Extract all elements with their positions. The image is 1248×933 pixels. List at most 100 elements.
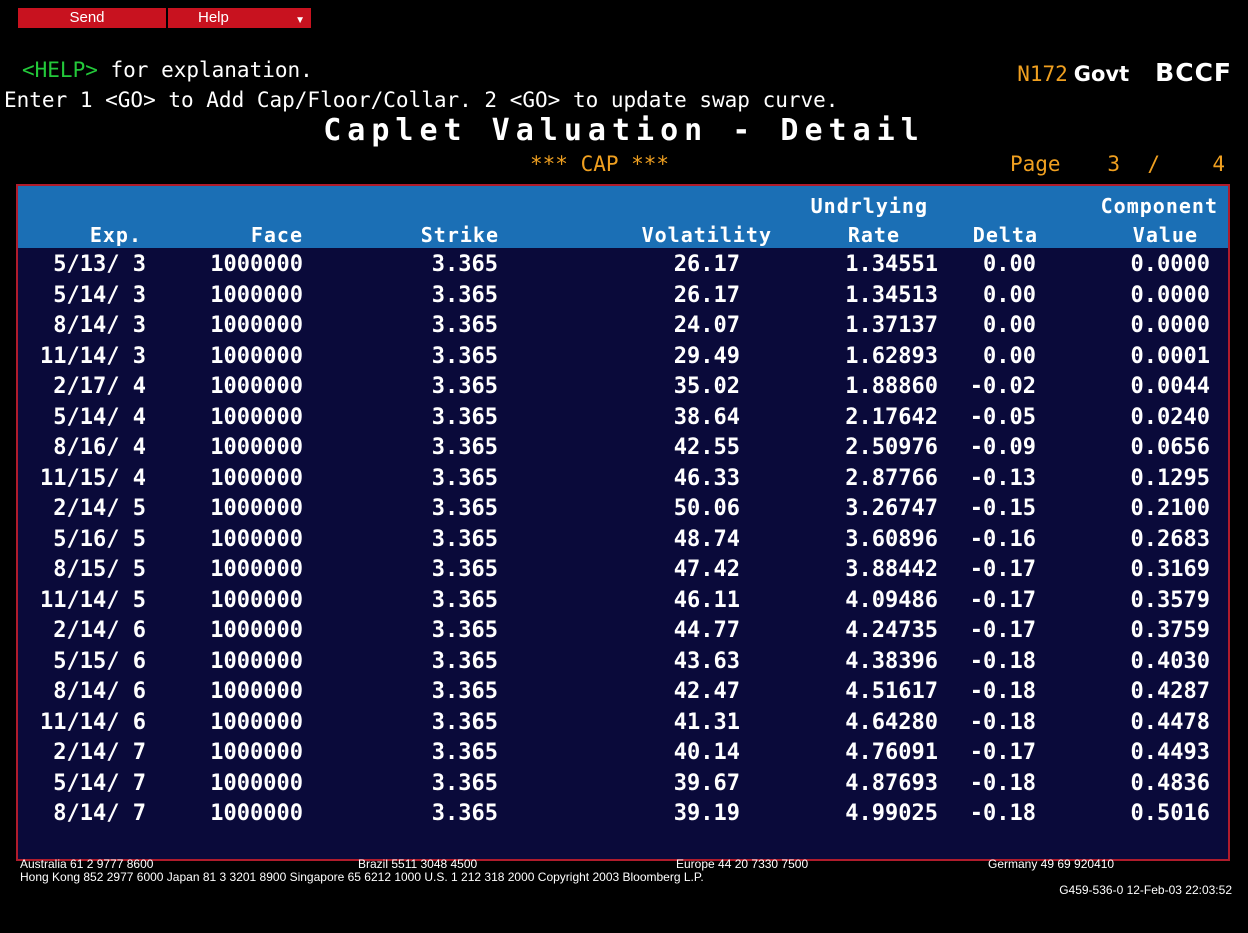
cell-face: 1000000 <box>210 496 303 521</box>
table-row: 11/15/ 4 1000000 3.365 46.33 2.87766 -0.13 0.1… <box>18 464 1228 495</box>
cell-volatility: 42.55 <box>673 435 740 460</box>
cell-exp: 2/17/ 4 <box>53 374 146 399</box>
cell-face: 1000000 <box>210 709 303 735</box>
cell-strike: 3.365 <box>431 465 498 491</box>
cell-strike: 3.365 <box>431 709 498 735</box>
cell-exp: 11/14/ 3 <box>40 343 146 369</box>
help-label: Help <box>198 9 229 26</box>
cell-face: 1000000 <box>210 801 303 826</box>
cell-delta: -0.15 <box>969 496 1036 521</box>
cell-delta: -0.17 <box>969 618 1036 643</box>
cell-delta: 0.00 <box>983 343 1036 369</box>
help-menu-button[interactable]: Help ▼ <box>168 8 313 28</box>
cell-exp: 11/15/ 4 <box>40 465 146 491</box>
cell-delta: -0.13 <box>969 465 1036 491</box>
table-row: 2/14/ 5 1000000 3.365 50.06 3.26747 -0.15 0.21… <box>18 494 1228 525</box>
table-row: 5/14/ 3 1000000 3.365 26.17 1.34513 0.00 0.000… <box>18 281 1228 312</box>
cell-strike: 3.365 <box>431 557 498 582</box>
cell-volatility: 41.31 <box>673 709 740 735</box>
table-row: 2/14/ 6 1000000 3.365 44.77 4.24735 -0.17 0.37… <box>18 616 1228 647</box>
cell-face: 1000000 <box>210 313 303 338</box>
cell-component-value: 0.0000 <box>1130 252 1210 277</box>
cell-component-value: 0.4836 <box>1130 770 1210 796</box>
cell-component-value: 0.0044 <box>1130 374 1210 399</box>
cell-delta: -0.09 <box>969 435 1036 460</box>
cell-volatility: 39.19 <box>673 801 740 826</box>
table-row: 5/16/ 5 1000000 3.365 48.74 3.60896 -0.16 0.26… <box>18 525 1228 556</box>
cell-volatility: 26.17 <box>673 252 740 277</box>
cell-exp: 5/15/ 6 <box>53 648 146 674</box>
table-row: 8/15/ 5 1000000 3.365 47.42 3.88442 -0.17 0.31… <box>18 555 1228 586</box>
cell-rate: 3.88442 <box>845 557 938 582</box>
footer-germany: Germany 49 69 920410 <box>988 857 1115 871</box>
col-face: Face <box>250 223 303 247</box>
cell-exp: 5/16/ 5 <box>53 526 146 552</box>
page-indicator: Page 3 / 4 <box>1010 152 1235 176</box>
table-row: 11/14/ 6 1000000 3.365 41.31 4.64280 -0.18 0.4… <box>18 708 1228 739</box>
cell-exp: 5/14/ 7 <box>53 770 146 796</box>
cell-delta: -0.18 <box>969 801 1036 826</box>
cell-face: 1000000 <box>210 618 303 643</box>
cell-rate: 4.51617 <box>845 679 938 704</box>
cell-component-value: 0.0656 <box>1130 435 1210 460</box>
help-hint-text: for explanation. <box>97 58 313 82</box>
page-total: 4 <box>1212 152 1225 176</box>
cell-strike: 3.365 <box>431 282 498 308</box>
cell-face: 1000000 <box>210 404 303 430</box>
cell-face: 1000000 <box>210 557 303 582</box>
cell-strike: 3.365 <box>431 618 498 643</box>
col-component-top: Component <box>1100 194 1218 218</box>
cell-face: 1000000 <box>210 343 303 369</box>
col-rate-top: Undrlying <box>810 194 928 218</box>
cell-strike: 3.365 <box>431 648 498 674</box>
cell-face: 1000000 <box>210 770 303 796</box>
cell-face: 1000000 <box>210 648 303 674</box>
cell-component-value: 0.2100 <box>1130 496 1210 521</box>
cap-subtitle: *** CAP *** <box>530 152 670 176</box>
cell-strike: 3.365 <box>431 526 498 552</box>
table-body: 5/13/ 3 1000000 3.365 26.17 1.34551 0.00 0.000… <box>18 250 1228 830</box>
cell-exp: 8/15/ 5 <box>53 557 146 582</box>
cell-face: 1000000 <box>210 526 303 552</box>
cell-exp: 2/14/ 5 <box>53 496 146 521</box>
cell-rate: 1.37137 <box>845 313 938 338</box>
page-label: Page <box>1010 152 1061 176</box>
cell-face: 1000000 <box>210 435 303 460</box>
cell-component-value: 0.0000 <box>1130 313 1210 338</box>
table-header: Exp. Face Strike Volatility Undrlying Ra… <box>18 186 1228 248</box>
col-exp: Exp. <box>89 223 142 247</box>
cell-face: 1000000 <box>210 282 303 308</box>
table-row: 11/14/ 5 1000000 3.365 46.11 4.09486 -0.17 0.3… <box>18 586 1228 617</box>
cell-exp: 5/14/ 3 <box>53 282 146 308</box>
instruction-line: Enter 1 <GO> to Add Cap/Floor/Collar. 2 … <box>4 88 839 112</box>
table-row: 5/15/ 6 1000000 3.365 43.63 4.38396 -0.18 0.40… <box>18 647 1228 678</box>
cell-strike: 3.365 <box>431 343 498 369</box>
footer-phone-line: Hong Kong 852 2977 6000 Japan 81 3 3201 … <box>20 870 704 884</box>
page-separator: / <box>1147 152 1160 176</box>
cell-volatility: 42.47 <box>673 679 740 704</box>
cell-delta: 0.00 <box>983 252 1036 277</box>
cell-rate: 1.34551 <box>845 252 938 277</box>
help-key[interactable]: <HELP> <box>22 58 98 82</box>
cell-volatility: 40.14 <box>673 740 740 765</box>
table-row: 2/17/ 4 1000000 3.365 35.02 1.88860 -0.02 0.00… <box>18 372 1228 403</box>
cell-rate: 4.87693 <box>845 770 938 796</box>
cell-rate: 4.24735 <box>845 618 938 643</box>
cell-volatility: 24.07 <box>673 313 740 338</box>
page-title: Caplet Valuation - Detail <box>323 113 925 148</box>
cell-face: 1000000 <box>210 465 303 491</box>
cell-volatility: 29.49 <box>673 343 740 369</box>
cell-component-value: 0.0240 <box>1130 404 1210 430</box>
cell-rate: 3.60896 <box>845 526 938 552</box>
table-row: 5/14/ 4 1000000 3.365 38.64 2.17642 -0.05 0.02… <box>18 403 1228 434</box>
cell-strike: 3.365 <box>431 587 498 613</box>
table-row: 11/14/ 3 1000000 3.365 29.49 1.62893 0.00 0.00… <box>18 342 1228 373</box>
cell-exp: 11/14/ 6 <box>40 709 146 735</box>
cell-face: 1000000 <box>210 587 303 613</box>
cell-exp: 8/14/ 7 <box>53 801 146 826</box>
col-rate-bottom: Rate <box>847 223 900 247</box>
send-menu-button[interactable]: Send <box>18 8 168 28</box>
cell-delta: -0.18 <box>969 648 1036 674</box>
cell-rate: 1.62893 <box>845 343 938 369</box>
cell-rate: 4.09486 <box>845 587 938 613</box>
